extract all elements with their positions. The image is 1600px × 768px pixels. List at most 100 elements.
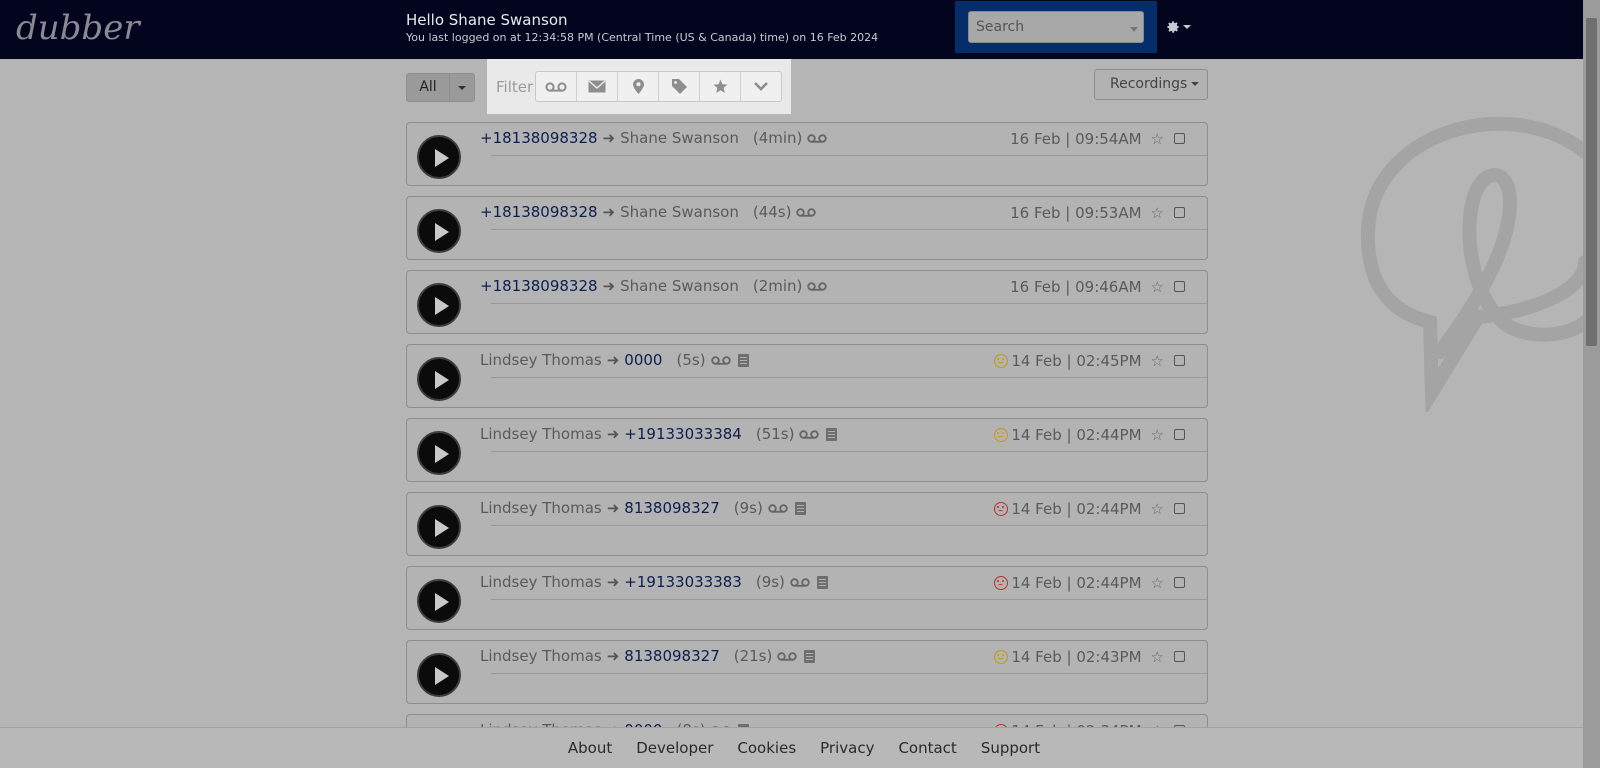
recording-meta: 14 Feb | 02:43PM ☆ xyxy=(994,647,1185,666)
select-checkbox[interactable] xyxy=(1174,355,1185,366)
arrow-right-icon: ➜ xyxy=(606,499,620,517)
recording-date: 14 Feb | 02:43PM xyxy=(1011,647,1142,666)
all-dropdown-toggle[interactable] xyxy=(450,74,474,101)
row-divider xyxy=(491,451,1207,452)
recording-meta: 14 Feb | 02:44PM ☆ xyxy=(994,425,1185,444)
play-button[interactable] xyxy=(417,505,461,549)
play-button[interactable] xyxy=(417,579,461,623)
star-icon xyxy=(713,79,727,93)
settings-menu-button[interactable] xyxy=(1166,16,1200,40)
transcript-icon[interactable] xyxy=(826,427,838,441)
select-checkbox[interactable] xyxy=(1174,207,1185,218)
filter-starred-button[interactable] xyxy=(700,72,741,101)
filter-button-group xyxy=(535,71,782,102)
recording-date: 16 Feb | 09:54AM xyxy=(1010,129,1142,148)
recording-meta: 16 Feb | 09:53AM ☆ xyxy=(1010,203,1185,222)
play-button[interactable] xyxy=(417,653,461,697)
select-checkbox[interactable] xyxy=(1174,503,1185,514)
recording-row[interactable]: +18138098328 ➜ Shane Swanson (2min) 16 Feb |… xyxy=(406,270,1208,334)
recording-title: +18138098328 ➜ Shane Swanson (2min) xyxy=(480,277,828,295)
recording-row[interactable]: +18138098328 ➜ Shane Swanson (44s) 16 Feb | … xyxy=(406,196,1208,260)
star-icon[interactable]: ☆ xyxy=(1151,130,1164,148)
caller[interactable]: +18138098328 xyxy=(480,203,598,221)
recording-meta: 16 Feb | 09:46AM ☆ xyxy=(1010,277,1185,296)
recording-row[interactable]: Lindsey Thomas ➜ 8138098327 (9s) 14 Feb | 02… xyxy=(406,492,1208,556)
transcript-icon[interactable] xyxy=(804,649,816,663)
transcript-icon[interactable] xyxy=(737,353,749,367)
recordings-list: +18138098328 ➜ Shane Swanson (4min) 16 Feb |… xyxy=(406,122,1208,727)
recording-meta: 16 Feb | 09:54AM ☆ xyxy=(1010,129,1185,148)
filter-location-button[interactable] xyxy=(618,72,659,101)
callee[interactable]: +19133033384 xyxy=(624,425,742,443)
dubber-logo[interactable]: dubber xyxy=(16,8,140,48)
select-checkbox[interactable] xyxy=(1174,429,1185,440)
play-button[interactable] xyxy=(417,283,461,327)
filter-tag-button[interactable] xyxy=(659,72,700,101)
neutral-sentiment-icon xyxy=(994,353,1009,368)
voicemail-icon xyxy=(790,577,810,587)
star-icon[interactable]: ☆ xyxy=(1151,500,1164,518)
recordings-dropdown-button[interactable]: Recordings xyxy=(1094,69,1208,100)
recording-row[interactable]: Lindsey Thomas ➜ 0000 (5s) 14 Feb | 02:45PM ☆ xyxy=(406,344,1208,408)
recording-row[interactable]: +18138098328 ➜ Shane Swanson (4min) 16 Feb |… xyxy=(406,122,1208,186)
caller: Lindsey Thomas xyxy=(480,425,602,443)
select-checkbox[interactable] xyxy=(1174,133,1185,144)
map-marker-icon xyxy=(632,79,644,94)
play-button[interactable] xyxy=(417,357,461,401)
footer: About Developer Cookies Privacy Contact … xyxy=(0,727,1583,768)
voicemail-icon xyxy=(710,355,731,365)
footer-link-about[interactable]: About xyxy=(568,739,612,757)
callee[interactable]: +19133033383 xyxy=(624,573,742,591)
transcript-icon[interactable] xyxy=(816,575,828,589)
select-checkbox[interactable] xyxy=(1174,577,1185,588)
footer-link-privacy[interactable]: Privacy xyxy=(820,739,874,757)
callee[interactable]: 8138098327 xyxy=(624,647,719,665)
recording-row[interactable]: Lindsey Thomas➜0000(8s)14 Feb | 02:34PM☆ xyxy=(406,714,1208,727)
play-button[interactable] xyxy=(417,209,461,253)
row-divider xyxy=(491,377,1207,378)
neutral-sentiment-icon xyxy=(994,427,1009,442)
star-icon[interactable]: ☆ xyxy=(1151,426,1164,444)
select-checkbox[interactable] xyxy=(1174,651,1185,662)
page-scrollbar[interactable] xyxy=(1583,0,1600,768)
footer-link-contact[interactable]: Contact xyxy=(898,739,956,757)
footer-link-developer[interactable]: Developer xyxy=(636,739,713,757)
filter-more-button[interactable] xyxy=(741,72,781,101)
recording-row[interactable]: Lindsey Thomas ➜ +19133033384 (51s) 14 Feb |… xyxy=(406,418,1208,482)
voicemail-icon xyxy=(799,429,820,439)
callee: Shane Swanson xyxy=(620,277,739,295)
filter-email-button[interactable] xyxy=(577,72,618,101)
caller[interactable]: +18138098328 xyxy=(480,129,598,147)
all-button[interactable]: All xyxy=(407,74,450,101)
select-checkbox[interactable] xyxy=(1174,281,1185,292)
play-button[interactable] xyxy=(417,431,461,475)
transcript-icon[interactable] xyxy=(794,501,806,515)
envelope-icon xyxy=(588,80,606,93)
recording-date: 14 Feb | 02:44PM xyxy=(1011,573,1142,592)
row-divider xyxy=(491,303,1207,304)
voicemail-icon xyxy=(807,281,828,291)
caller[interactable]: +18138098328 xyxy=(480,277,598,295)
recording-row[interactable]: Lindsey Thomas ➜ +19133033383 (9s) 14 Feb | … xyxy=(406,566,1208,630)
arrow-right-icon: ➜ xyxy=(602,203,616,221)
search-dropdown-icon[interactable] xyxy=(1130,27,1138,32)
row-divider xyxy=(491,673,1207,674)
footer-link-cookies[interactable]: Cookies xyxy=(737,739,796,757)
play-button[interactable] xyxy=(417,135,461,179)
footer-link-support[interactable]: Support xyxy=(981,739,1040,757)
callee: Shane Swanson xyxy=(620,203,739,221)
star-icon[interactable]: ☆ xyxy=(1151,278,1164,296)
callee[interactable]: 8138098327 xyxy=(624,499,719,517)
star-icon[interactable]: ☆ xyxy=(1151,648,1164,666)
negative-sentiment-icon xyxy=(994,575,1009,590)
greeting-text: Hello Shane Swanson xyxy=(406,11,568,29)
callee[interactable]: 0000 xyxy=(624,351,662,369)
search-input[interactable] xyxy=(968,11,1144,43)
star-icon[interactable]: ☆ xyxy=(1151,204,1164,222)
scrollbar-thumb[interactable] xyxy=(1586,18,1597,346)
filter-voicemail-button[interactable] xyxy=(536,72,577,101)
recordings-label: Recordings xyxy=(1110,76,1188,92)
star-icon[interactable]: ☆ xyxy=(1151,352,1164,370)
recording-row[interactable]: Lindsey Thomas ➜ 8138098327 (21s) 14 Feb | 0… xyxy=(406,640,1208,704)
star-icon[interactable]: ☆ xyxy=(1151,574,1164,592)
